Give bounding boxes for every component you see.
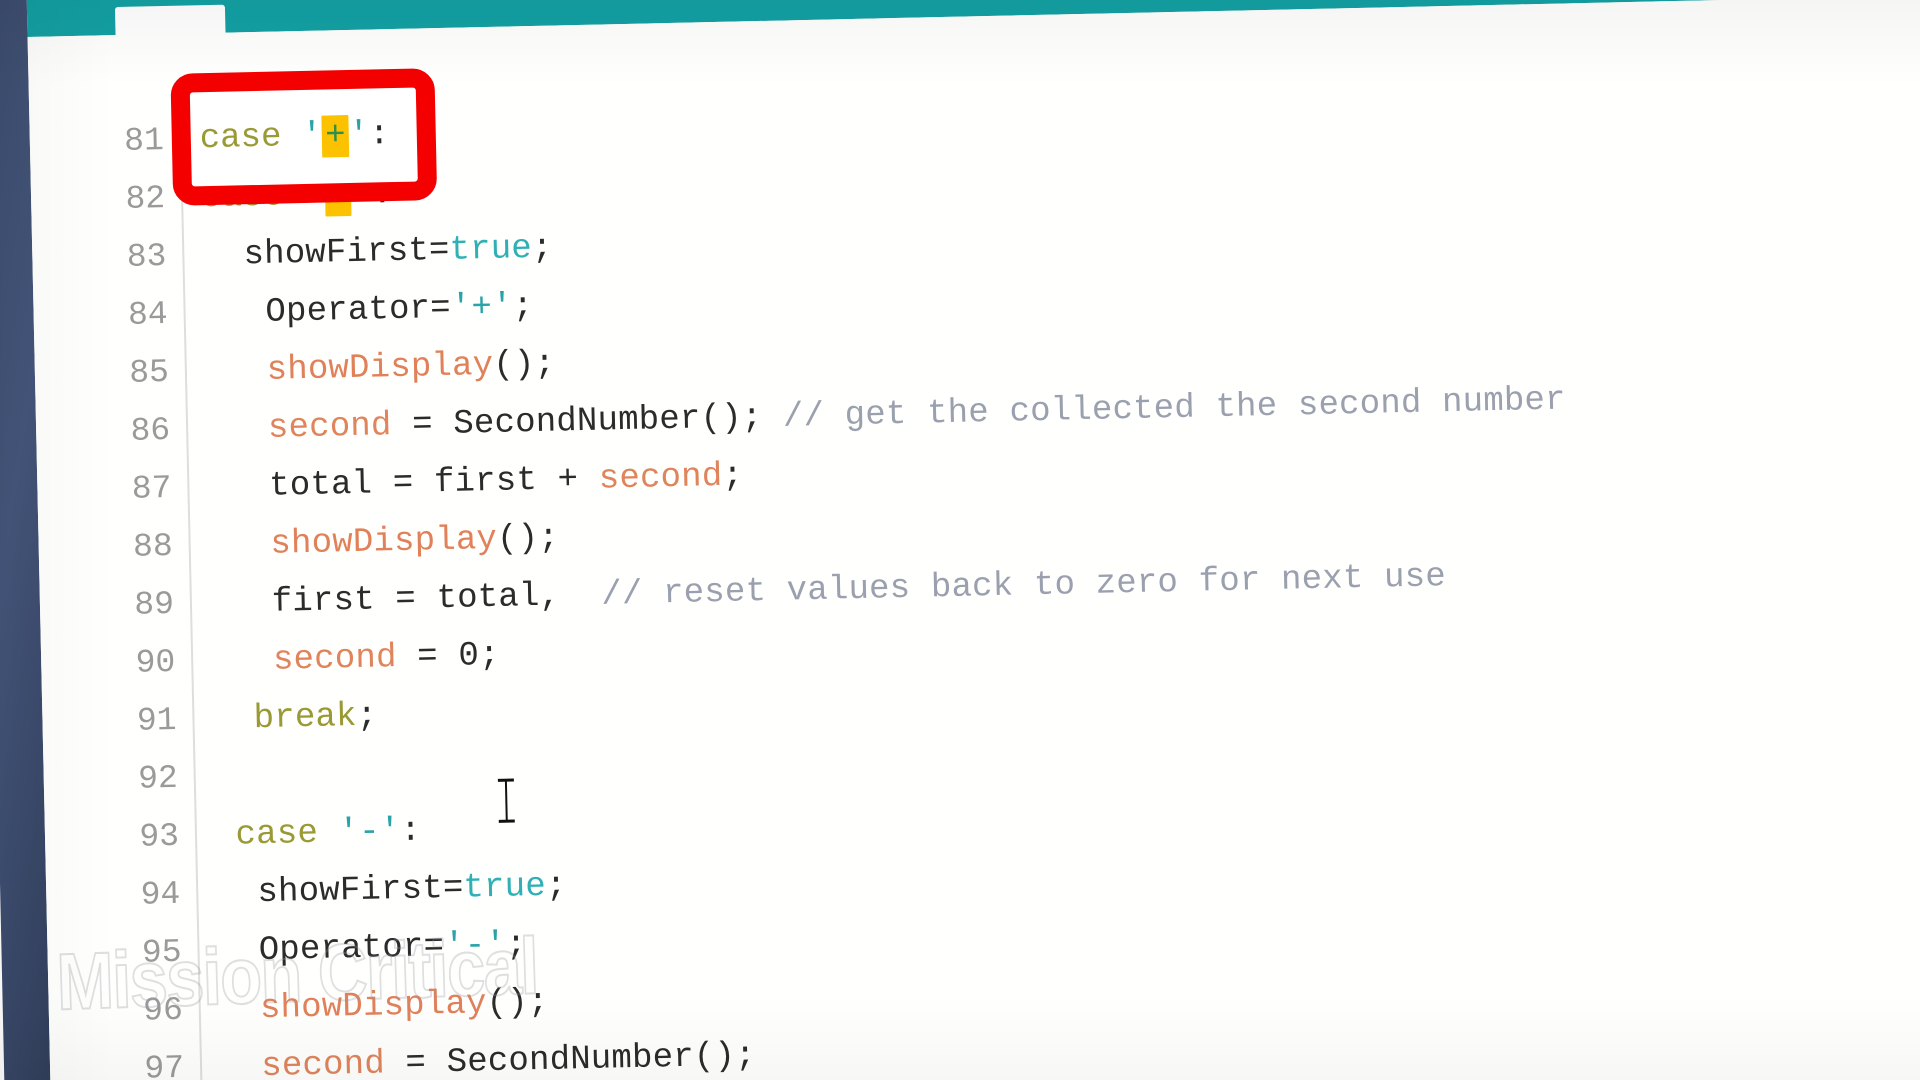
line-code: showDisplay();	[218, 974, 549, 1039]
code-token: ;	[505, 926, 527, 965]
line-number: 83	[126, 238, 167, 276]
code-token: ();	[492, 345, 556, 385]
code-token: ();	[700, 398, 784, 439]
line-code: Operator='-';	[217, 916, 527, 981]
text-cursor-ibeam	[496, 779, 517, 823]
line-number: 93	[139, 817, 180, 856]
line-number: 84	[127, 295, 169, 334]
code-token: '-'	[338, 813, 401, 853]
line-number: 96	[142, 991, 184, 1030]
line-number: 82	[125, 180, 166, 218]
code-token: =	[384, 1044, 448, 1080]
line-number: 85	[128, 353, 170, 392]
code-token: 0	[458, 637, 480, 676]
code-token: Operator	[217, 928, 424, 972]
code-token: showDisplay	[204, 346, 494, 392]
code-token: =	[442, 869, 464, 909]
code-editor-pane[interactable]: 8182case '+':83 showFirst=true;84 Operat…	[27, 0, 1920, 1080]
code-token: =	[391, 405, 454, 446]
code-token: true	[463, 867, 547, 908]
line-number: 91	[136, 701, 177, 740]
red-annotation-box	[170, 68, 438, 206]
line-code: showDisplay();	[208, 510, 559, 576]
code-token: ;	[356, 697, 378, 736]
code-token: =	[429, 289, 452, 329]
code-token: =	[396, 637, 459, 678]
code-token: true	[449, 230, 533, 270]
code-token: showFirst	[215, 870, 444, 914]
code-token: showDisplay	[208, 520, 498, 566]
line-code: second = 0;	[211, 627, 501, 691]
code-token: showFirst	[201, 232, 430, 276]
line-number: 94	[140, 875, 181, 914]
code-token: case	[214, 814, 340, 856]
line-number: 89	[133, 585, 175, 624]
line-number: 81	[123, 122, 165, 160]
line-code: showFirst=true;	[216, 857, 567, 923]
code-token: ;	[545, 867, 567, 906]
line-code: case '-':	[214, 803, 421, 865]
code-token: '+'	[450, 288, 514, 328]
code-token: =	[428, 231, 450, 271]
code-token: ();	[496, 519, 560, 559]
code-token: showDisplay	[218, 985, 488, 1030]
line-number: 86	[130, 411, 171, 450]
line-code: showDisplay();	[204, 336, 555, 402]
code-token: Operator	[203, 290, 431, 334]
code-token: ();	[693, 1037, 757, 1077]
code-token: first = total,	[209, 576, 602, 624]
code-token: second	[205, 407, 392, 450]
line-number: 97	[144, 1049, 185, 1080]
code-token: ;	[722, 457, 744, 496]
code-token: ;	[478, 636, 501, 676]
code-token: // get the collected the second number	[782, 381, 1567, 437]
line-number: 90	[135, 643, 176, 682]
line-number: 88	[132, 527, 174, 566]
line-number: 92	[137, 759, 179, 798]
code-token: '-'	[443, 926, 507, 967]
code-token: total = first +	[207, 460, 600, 508]
code-token: second	[219, 1045, 386, 1080]
code-token: ();	[486, 983, 549, 1024]
line-code: break;	[212, 688, 378, 750]
skewed-screen-content: Calc 8182case '+':83 showFirst=true;84 O…	[0, 0, 1920, 1080]
code-token: =	[423, 928, 445, 967]
code-token: ;	[512, 288, 534, 327]
code-token: // reset values back to zero for next us…	[600, 558, 1447, 615]
code-token: second	[210, 639, 398, 682]
line-number: 87	[131, 469, 172, 508]
code-token: SecondNumber	[452, 400, 701, 444]
line-number: 95	[141, 933, 182, 972]
code-token: SecondNumber	[446, 1038, 695, 1080]
code-lines-container[interactable]: 8182case '+':83 showFirst=true;84 Operat…	[29, 72, 1920, 1080]
line-code: Operator='+';	[203, 278, 534, 343]
code-token: ;	[531, 229, 553, 269]
code-token: break	[212, 697, 358, 740]
line-code: showFirst=true;	[202, 220, 553, 286]
screenshot-canvas: Calc 8182case '+':83 showFirst=true;84 O…	[0, 0, 1920, 1080]
code-token: :	[400, 812, 422, 852]
code-token: second	[598, 457, 723, 499]
